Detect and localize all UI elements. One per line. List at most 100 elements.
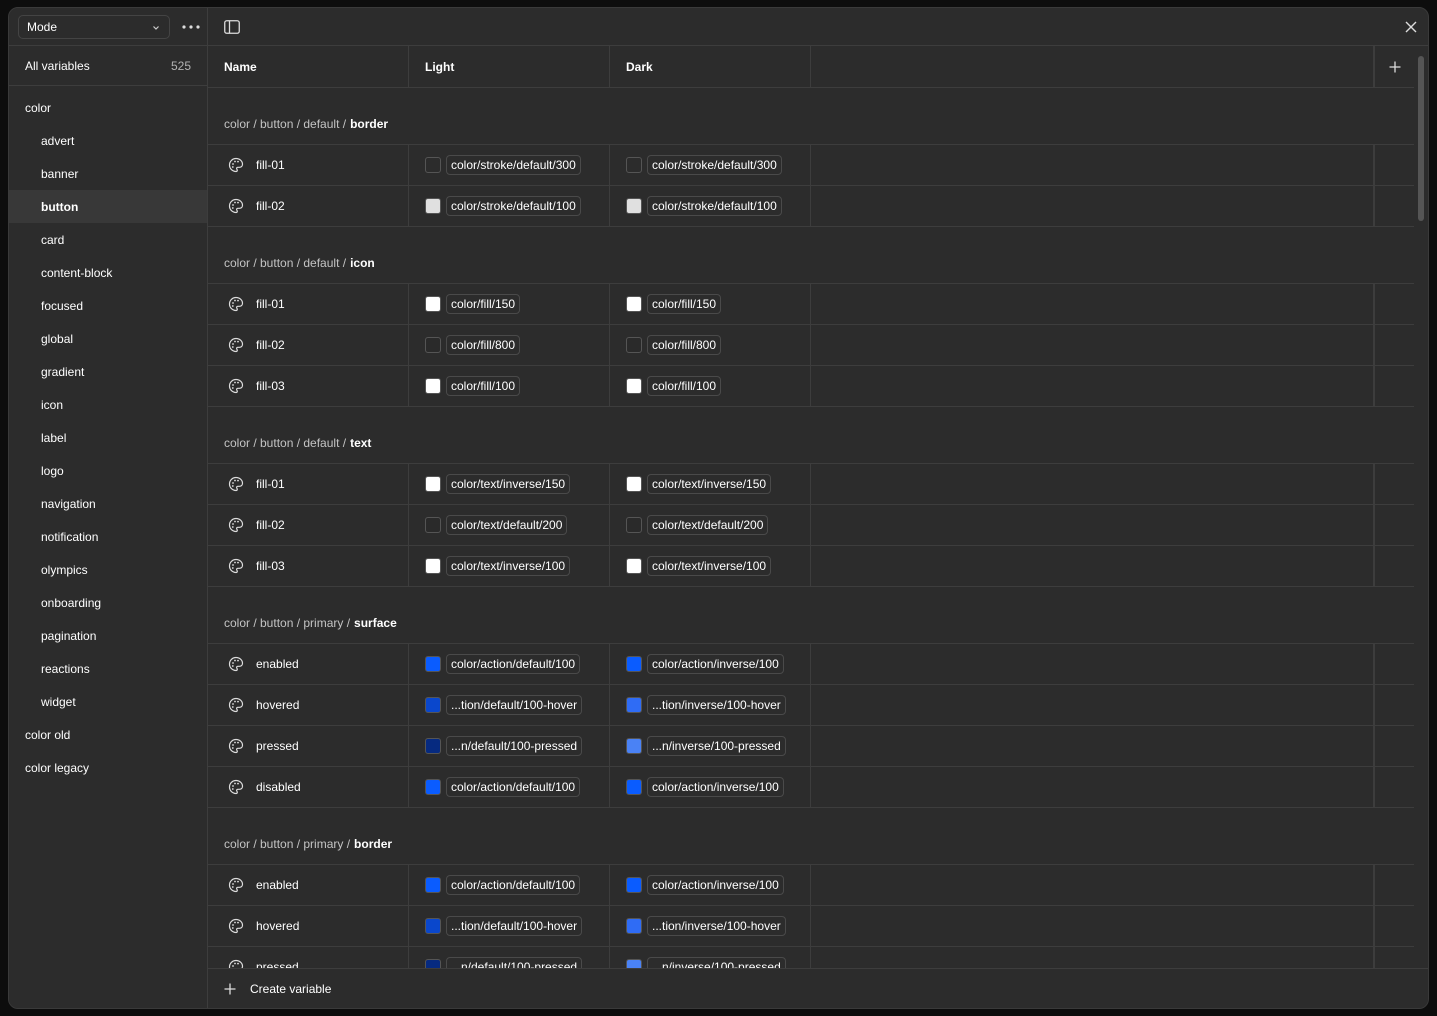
table-row[interactable]: pressed ...n/default/100-pressed ...n/inve…	[208, 726, 1414, 767]
mode-select[interactable]: Mode	[18, 15, 170, 39]
table-row[interactable]: fill-02 color/stroke/default/100 color/str…	[208, 186, 1414, 227]
alias-pill[interactable]: color/action/default/100	[446, 777, 581, 797]
dark-value-cell[interactable]: color/action/inverse/100	[610, 644, 811, 684]
sidebar-group-item[interactable]: banner	[9, 157, 207, 190]
add-mode-button[interactable]	[1374, 46, 1414, 87]
alias-pill[interactable]: ...tion/default/100-hover	[446, 916, 583, 936]
light-value-cell[interactable]: ...n/default/100-pressed	[409, 947, 610, 968]
variable-name-cell[interactable]: fill-03	[208, 546, 409, 586]
sidebar-toggle-icon[interactable]	[224, 20, 240, 34]
light-value-cell[interactable]: ...tion/default/100-hover	[409, 906, 610, 946]
light-value-cell[interactable]: ...tion/default/100-hover	[409, 685, 610, 725]
sidebar-group-item[interactable]: onboarding	[9, 586, 207, 619]
color-swatch[interactable]	[626, 697, 642, 713]
light-value-cell[interactable]: color/stroke/default/100	[409, 186, 610, 226]
color-swatch[interactable]	[425, 157, 441, 173]
create-variable-button[interactable]: Create variable	[208, 968, 1428, 1008]
sidebar-group-item[interactable]: advert	[9, 124, 207, 157]
color-swatch[interactable]	[425, 558, 441, 574]
sidebar-group-item[interactable]: focused	[9, 289, 207, 322]
sidebar-group-item[interactable]: content-block	[9, 256, 207, 289]
color-swatch[interactable]	[425, 198, 441, 214]
sidebar-group-item[interactable]: logo	[9, 454, 207, 487]
color-swatch[interactable]	[425, 337, 441, 353]
color-swatch[interactable]	[626, 476, 642, 492]
alias-pill[interactable]: ...tion/inverse/100-hover	[647, 695, 786, 715]
sidebar-group-item[interactable]: button	[9, 190, 207, 223]
scrollbar-thumb[interactable]	[1418, 56, 1424, 221]
light-value-cell[interactable]: color/action/default/100	[409, 644, 610, 684]
variable-name-cell[interactable]: pressed	[208, 947, 409, 968]
sidebar-group-item[interactable]: color	[9, 91, 207, 124]
sidebar-group-item[interactable]: label	[9, 421, 207, 454]
variable-name-cell[interactable]: fill-02	[208, 325, 409, 365]
sidebar-group-item[interactable]: pagination	[9, 619, 207, 652]
dark-value-cell[interactable]: color/text/default/200	[610, 505, 811, 545]
sidebar-group-item[interactable]: widget	[9, 685, 207, 718]
column-header-name[interactable]: Name	[208, 46, 409, 87]
alias-pill[interactable]: color/text/inverse/150	[647, 474, 772, 494]
alias-pill[interactable]: color/action/inverse/100	[647, 875, 784, 895]
more-options-button[interactable]	[181, 18, 201, 36]
alias-pill[interactable]: color/text/inverse/100	[446, 556, 571, 576]
alias-pill[interactable]: ...n/default/100-pressed	[446, 957, 583, 968]
color-swatch[interactable]	[626, 558, 642, 574]
variable-name-cell[interactable]: fill-01	[208, 145, 409, 185]
dark-value-cell[interactable]: color/stroke/default/100	[610, 186, 811, 226]
dark-value-cell[interactable]: color/fill/100	[610, 366, 811, 406]
light-value-cell[interactable]: color/action/default/100	[409, 767, 610, 807]
color-swatch[interactable]	[425, 959, 441, 968]
alias-pill[interactable]: color/action/default/100	[446, 875, 581, 895]
color-swatch[interactable]	[425, 697, 441, 713]
alias-pill[interactable]: color/text/default/200	[647, 515, 769, 535]
sidebar-group-item[interactable]: notification	[9, 520, 207, 553]
alias-pill[interactable]: color/fill/800	[647, 335, 722, 355]
alias-pill[interactable]: color/action/default/100	[446, 654, 581, 674]
alias-pill[interactable]: color/action/inverse/100	[647, 777, 784, 797]
variable-name-cell[interactable]: hovered	[208, 906, 409, 946]
dark-value-cell[interactable]: color/action/inverse/100	[610, 767, 811, 807]
color-swatch[interactable]	[425, 738, 441, 754]
alias-pill[interactable]: color/fill/150	[647, 294, 722, 314]
all-variables-item[interactable]: All variables 525	[9, 46, 207, 86]
sidebar-group-item[interactable]: color legacy	[9, 751, 207, 784]
color-swatch[interactable]	[425, 918, 441, 934]
variable-name-cell[interactable]: enabled	[208, 865, 409, 905]
color-swatch[interactable]	[425, 656, 441, 672]
color-swatch[interactable]	[626, 738, 642, 754]
color-swatch[interactable]	[425, 779, 441, 795]
sidebar-group-item[interactable]: card	[9, 223, 207, 256]
variable-name-cell[interactable]: pressed	[208, 726, 409, 766]
table-row[interactable]: fill-01 color/text/inverse/150 color/text/…	[208, 464, 1414, 505]
sidebar-group-item[interactable]: gradient	[9, 355, 207, 388]
sidebar-group-item[interactable]: olympics	[9, 553, 207, 586]
alias-pill[interactable]: color/fill/100	[647, 376, 722, 396]
sidebar-group-item[interactable]: color old	[9, 718, 207, 751]
color-swatch[interactable]	[626, 959, 642, 968]
table-row[interactable]: fill-03 color/fill/100 color/fill/100	[208, 366, 1414, 407]
sidebar-group-item[interactable]: navigation	[9, 487, 207, 520]
light-value-cell[interactable]: color/action/default/100	[409, 865, 610, 905]
alias-pill[interactable]: color/stroke/default/300	[647, 155, 782, 175]
alias-pill[interactable]: ...tion/inverse/100-hover	[647, 916, 786, 936]
variable-name-cell[interactable]: fill-03	[208, 366, 409, 406]
dark-value-cell[interactable]: ...n/inverse/100-pressed	[610, 726, 811, 766]
sidebar-group-item[interactable]: reactions	[9, 652, 207, 685]
dark-value-cell[interactable]: ...tion/inverse/100-hover	[610, 685, 811, 725]
variable-name-cell[interactable]: disabled	[208, 767, 409, 807]
color-swatch[interactable]	[425, 517, 441, 533]
alias-pill[interactable]: color/text/default/200	[446, 515, 568, 535]
table-row[interactable]: disabled color/action/default/100 color/ac…	[208, 767, 1414, 808]
light-value-cell[interactable]: color/fill/800	[409, 325, 610, 365]
light-value-cell[interactable]: color/text/inverse/100	[409, 546, 610, 586]
color-swatch[interactable]	[425, 476, 441, 492]
variable-name-cell[interactable]: hovered	[208, 685, 409, 725]
alias-pill[interactable]: ...tion/default/100-hover	[446, 695, 583, 715]
variable-name-cell[interactable]: fill-01	[208, 284, 409, 324]
dark-value-cell[interactable]: color/action/inverse/100	[610, 865, 811, 905]
dark-value-cell[interactable]: color/fill/800	[610, 325, 811, 365]
variable-name-cell[interactable]: enabled	[208, 644, 409, 684]
table-row[interactable]: fill-03 color/text/inverse/100 color/text/…	[208, 546, 1414, 587]
color-swatch[interactable]	[626, 656, 642, 672]
alias-pill[interactable]: color/stroke/default/300	[446, 155, 581, 175]
